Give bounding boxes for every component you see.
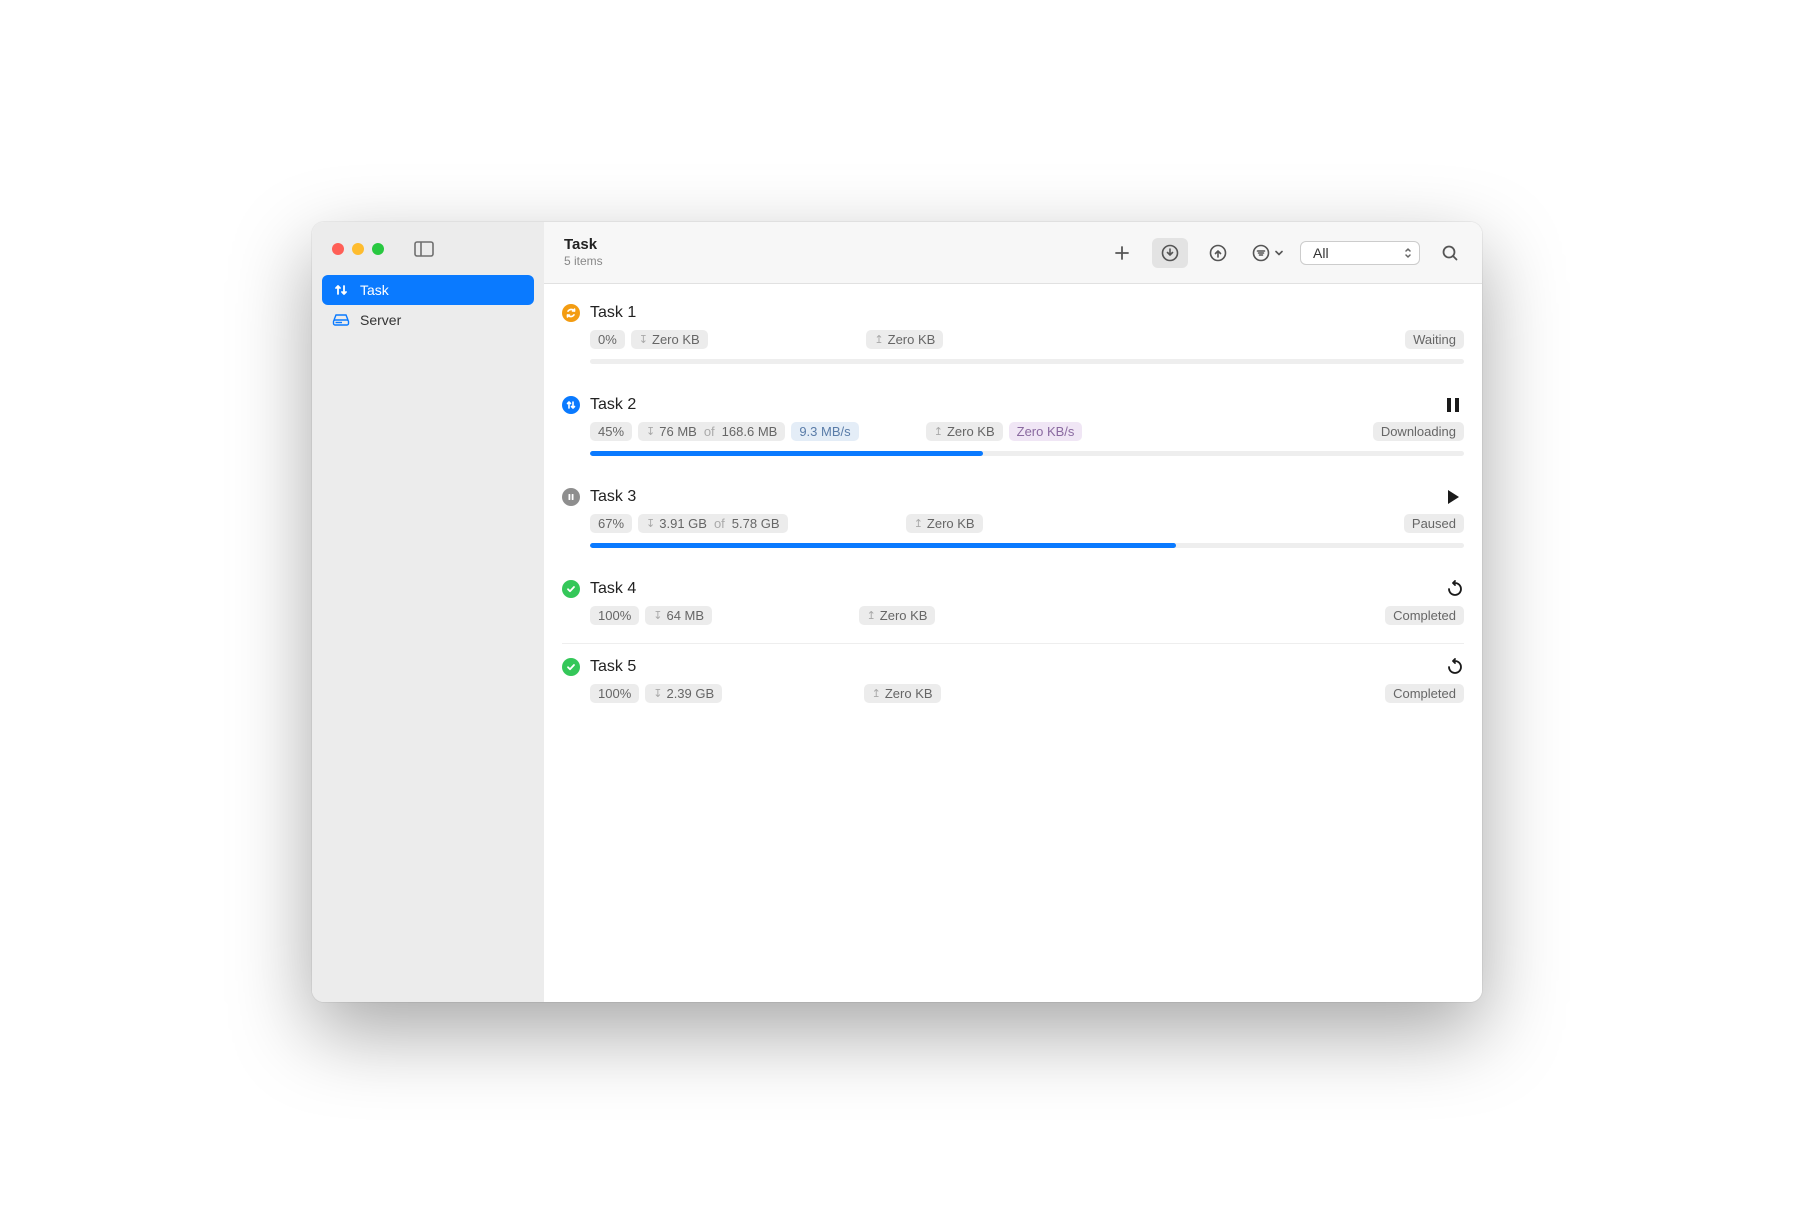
downloads-tab-button[interactable] bbox=[1152, 238, 1188, 268]
download-rate-pill: 9.3 MB/s bbox=[791, 422, 858, 441]
task-name: Task 2 bbox=[590, 396, 636, 414]
task-row[interactable]: Task 3 67% ↧3.91 GB of 5.78 GB ↥Zero KB … bbox=[562, 474, 1464, 566]
titlebar bbox=[312, 229, 544, 271]
status-pill: Paused bbox=[1404, 514, 1464, 533]
upload-size-pill: ↥Zero KB bbox=[864, 684, 941, 703]
check-icon bbox=[562, 580, 580, 598]
upload-size-pill: ↥Zero KB bbox=[926, 422, 1003, 441]
search-icon bbox=[1441, 244, 1459, 262]
task-list: Task 1 0% ↧Zero KB ↥Zero KB Waiting Task… bbox=[544, 284, 1482, 1002]
play-button[interactable] bbox=[1446, 489, 1464, 505]
main-pane: Task 5 items All bbox=[544, 222, 1482, 1002]
task-name: Task 1 bbox=[590, 304, 636, 322]
pause-button[interactable] bbox=[1446, 397, 1464, 413]
task-name: Task 3 bbox=[590, 488, 636, 506]
subtitle-text: 5 items bbox=[564, 254, 603, 269]
status-pill: Downloading bbox=[1373, 422, 1464, 441]
app-window: Task Server Task 5 items bbox=[312, 222, 1482, 1002]
download-size-pill: ↧76 MB of 168.6 MB bbox=[638, 422, 785, 441]
percent-pill: 67% bbox=[590, 514, 632, 533]
download-size-pill: ↧Zero KB bbox=[631, 330, 708, 349]
toolbar: Task 5 items All bbox=[544, 222, 1482, 284]
sync-icon bbox=[562, 304, 580, 322]
task-row[interactable]: Task 2 45% ↧76 MB of 168.6 MB 9.3 MB/s ↥Z… bbox=[562, 382, 1464, 474]
sidebar-item-task[interactable]: Task bbox=[322, 275, 534, 305]
task-name: Task 5 bbox=[590, 658, 636, 676]
progress-bar bbox=[590, 451, 1464, 456]
restart-button[interactable] bbox=[1446, 658, 1464, 676]
download-size-pill: ↧2.39 GB bbox=[645, 684, 722, 703]
zoom-window-button[interactable] bbox=[372, 243, 384, 255]
add-button[interactable] bbox=[1104, 238, 1140, 268]
upload-rate-pill: Zero KB/s bbox=[1009, 422, 1083, 441]
upload-size-pill: ↥Zero KB bbox=[866, 330, 943, 349]
task-row[interactable]: Task 4 100% ↧64 MB ↥Zero KB Completed bbox=[562, 566, 1464, 644]
download-size-pill: ↧3.91 GB of 5.78 GB bbox=[638, 514, 787, 533]
sidebar-item-server[interactable]: Server bbox=[322, 305, 534, 335]
stepper-icon bbox=[1403, 245, 1413, 261]
upload-size-pill: ↥Zero KB bbox=[859, 606, 936, 625]
percent-pill: 100% bbox=[590, 684, 639, 703]
percent-pill: 45% bbox=[590, 422, 632, 441]
filter-select[interactable]: All bbox=[1300, 241, 1420, 265]
task-row[interactable]: Task 1 0% ↧Zero KB ↥Zero KB Waiting bbox=[562, 290, 1464, 382]
page-title: Task 5 items bbox=[564, 236, 603, 270]
window-controls bbox=[332, 243, 384, 255]
sidebar: Task Server bbox=[312, 222, 544, 1002]
drive-icon bbox=[332, 311, 350, 329]
upload-size-pill: ↥Zero KB bbox=[906, 514, 983, 533]
progress-bar bbox=[590, 543, 1464, 548]
pause-icon bbox=[562, 488, 580, 506]
progress-bar bbox=[590, 359, 1464, 364]
percent-pill: 100% bbox=[590, 606, 639, 625]
status-pill: Completed bbox=[1385, 606, 1464, 625]
restart-button[interactable] bbox=[1446, 580, 1464, 598]
transfer-icon bbox=[562, 396, 580, 414]
filter-value: All bbox=[1313, 245, 1329, 261]
task-row[interactable]: Task 5 100% ↧2.39 GB ↥Zero KB Completed bbox=[562, 644, 1464, 721]
sort-menu-button[interactable] bbox=[1248, 244, 1288, 262]
close-window-button[interactable] bbox=[332, 243, 344, 255]
download-size-pill: ↧64 MB bbox=[645, 606, 712, 625]
status-pill: Waiting bbox=[1405, 330, 1464, 349]
percent-pill: 0% bbox=[590, 330, 625, 349]
toggle-sidebar-button[interactable] bbox=[414, 241, 434, 257]
search-button[interactable] bbox=[1432, 238, 1468, 268]
chevron-down-icon bbox=[1274, 248, 1284, 258]
sidebar-item-label: Server bbox=[360, 312, 401, 328]
sidebar-nav: Task Server bbox=[312, 271, 544, 339]
uploads-tab-button[interactable] bbox=[1200, 238, 1236, 268]
task-name: Task 4 bbox=[590, 580, 636, 598]
check-icon bbox=[562, 658, 580, 676]
updown-icon bbox=[332, 281, 350, 299]
status-pill: Completed bbox=[1385, 684, 1464, 703]
sidebar-item-label: Task bbox=[360, 282, 389, 298]
title-text: Task bbox=[564, 236, 603, 255]
minimize-window-button[interactable] bbox=[352, 243, 364, 255]
